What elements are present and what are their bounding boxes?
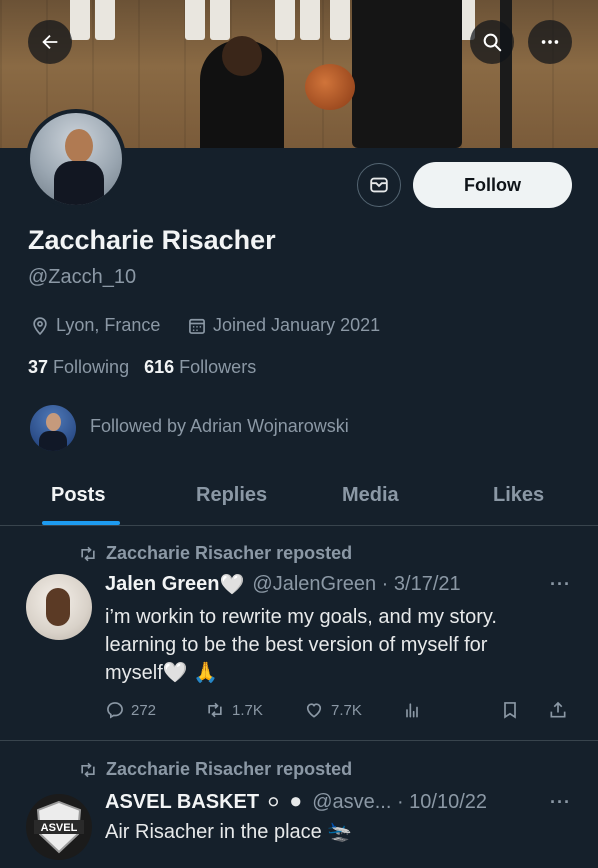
message-button[interactable] — [357, 163, 401, 207]
post-text-line: i’m workin to rewrite my goals, and my s… — [105, 606, 497, 628]
repost-icon — [208, 702, 222, 718]
post-divider — [0, 740, 598, 741]
post-text: Air Risacher in the place 🛬 — [105, 821, 353, 843]
post-author-avatar[interactable] — [26, 574, 92, 640]
post-handle-date[interactable]: @JalenGreen · 3/17/21 — [252, 573, 460, 596]
reply-icon — [107, 702, 123, 719]
profile-avatar[interactable] — [26, 109, 126, 209]
post-text: i’m workin to rewrite my goals, and my s… — [105, 603, 575, 687]
share-icon — [550, 701, 566, 718]
repost-text: Zaccharie Risacher reposted — [106, 543, 353, 563]
post-text-line: learning to be the best version of mysel… — [105, 634, 488, 656]
followed-by-avatar[interactable] — [30, 405, 76, 451]
tab-media[interactable]: Media — [342, 484, 399, 507]
tab-posts[interactable]: Posts — [51, 484, 105, 507]
banner-jersey — [210, 0, 230, 40]
post-author-avatar[interactable]: ASVEL — [26, 794, 92, 860]
post-text-line: myself🤍 🙏 — [105, 662, 219, 684]
post-header: Jalen Green 🤍 @JalenGreen · 3/17/21 — [105, 572, 461, 597]
like-button[interactable]: 7.7K — [303, 700, 362, 720]
location-pin-icon — [33, 316, 47, 335]
more-horizontal-icon — [541, 40, 559, 44]
bookmark-button[interactable] — [500, 700, 526, 720]
profile-joined: Joined January 2021 — [187, 315, 380, 336]
following-count: 37 — [28, 357, 49, 377]
banner-jersey — [185, 0, 205, 40]
banner-jersey — [330, 0, 350, 40]
asvel-logo-icon: ASVEL — [34, 800, 84, 854]
followers-link[interactable]: 616 Followers — [144, 357, 256, 377]
bar-chart-icon — [406, 703, 418, 718]
post-author-name[interactable]: ASVEL BASKET — [105, 791, 259, 814]
arrow-left-icon — [42, 34, 58, 50]
message-icon — [370, 177, 388, 193]
repost-text: Zaccharie Risacher reposted — [106, 759, 353, 779]
share-button[interactable] — [548, 700, 574, 720]
joined-text: Joined January 2021 — [213, 315, 381, 335]
asvel-logo-text: ASVEL — [41, 822, 78, 834]
search-icon — [483, 33, 502, 52]
banner-jersey — [70, 0, 90, 40]
follow-button[interactable]: Follow — [413, 162, 572, 208]
calendar-icon — [189, 318, 205, 334]
tab-replies[interactable]: Replies — [196, 484, 267, 507]
repost-count: 1.7K — [232, 701, 263, 719]
more-options-button[interactable] — [528, 20, 572, 64]
reply-count: 272 — [131, 701, 157, 719]
banner-coach — [352, 0, 462, 148]
followed-by-text[interactable]: Followed by Adrian Wojnarowski — [90, 416, 349, 437]
reply-button[interactable]: 272 — [105, 700, 156, 720]
followers-label: Followers — [179, 357, 257, 377]
post-header: ASVEL BASKET ⚪ ⚫ @asve... · 10/10/22 — [105, 790, 487, 815]
profile-name: Zaccharie Risacher — [28, 225, 276, 255]
back-button[interactable] — [28, 20, 72, 64]
post-author-name[interactable]: Jalen Green — [105, 573, 220, 596]
followers-count: 616 — [144, 357, 175, 377]
profile-handle: @Zacch_10 — [28, 266, 137, 288]
following-label: Following — [53, 357, 130, 377]
following-link[interactable]: 37 Following — [28, 357, 129, 377]
post-more-button[interactable]: ··· — [550, 792, 571, 813]
repost-indicator: Zaccharie Risacher reposted — [78, 759, 352, 780]
follow-counts: 37 Following 616 Followers — [28, 357, 256, 378]
heart-icon — [306, 703, 322, 718]
views-button[interactable] — [402, 700, 428, 720]
repost-button[interactable]: 1.7K — [204, 700, 263, 720]
author-emoji: ⚪ ⚫ — [265, 792, 305, 814]
bookmark-icon — [504, 702, 516, 719]
banner-jersey — [300, 0, 320, 40]
location-text: Lyon, France — [56, 315, 161, 335]
banner-player — [200, 36, 284, 148]
post-more-button[interactable]: ··· — [550, 574, 571, 595]
post-handle-date[interactable]: @asve... · 10/10/22 — [312, 791, 487, 814]
author-emoji: 🤍 — [219, 574, 245, 596]
repost-icon — [81, 762, 95, 777]
tab-likes[interactable]: Likes — [493, 484, 544, 507]
search-button[interactable] — [470, 20, 514, 64]
profile-tabs: Posts Replies Media Likes — [0, 470, 598, 526]
banner-jersey — [95, 0, 115, 40]
repost-icon — [81, 546, 95, 561]
repost-indicator: Zaccharie Risacher reposted — [78, 543, 352, 564]
profile-location: Lyon, France — [30, 315, 160, 336]
basketball — [305, 64, 355, 110]
like-count: 7.7K — [331, 701, 362, 719]
active-tab-indicator — [42, 521, 120, 525]
banner-jersey — [275, 0, 295, 40]
